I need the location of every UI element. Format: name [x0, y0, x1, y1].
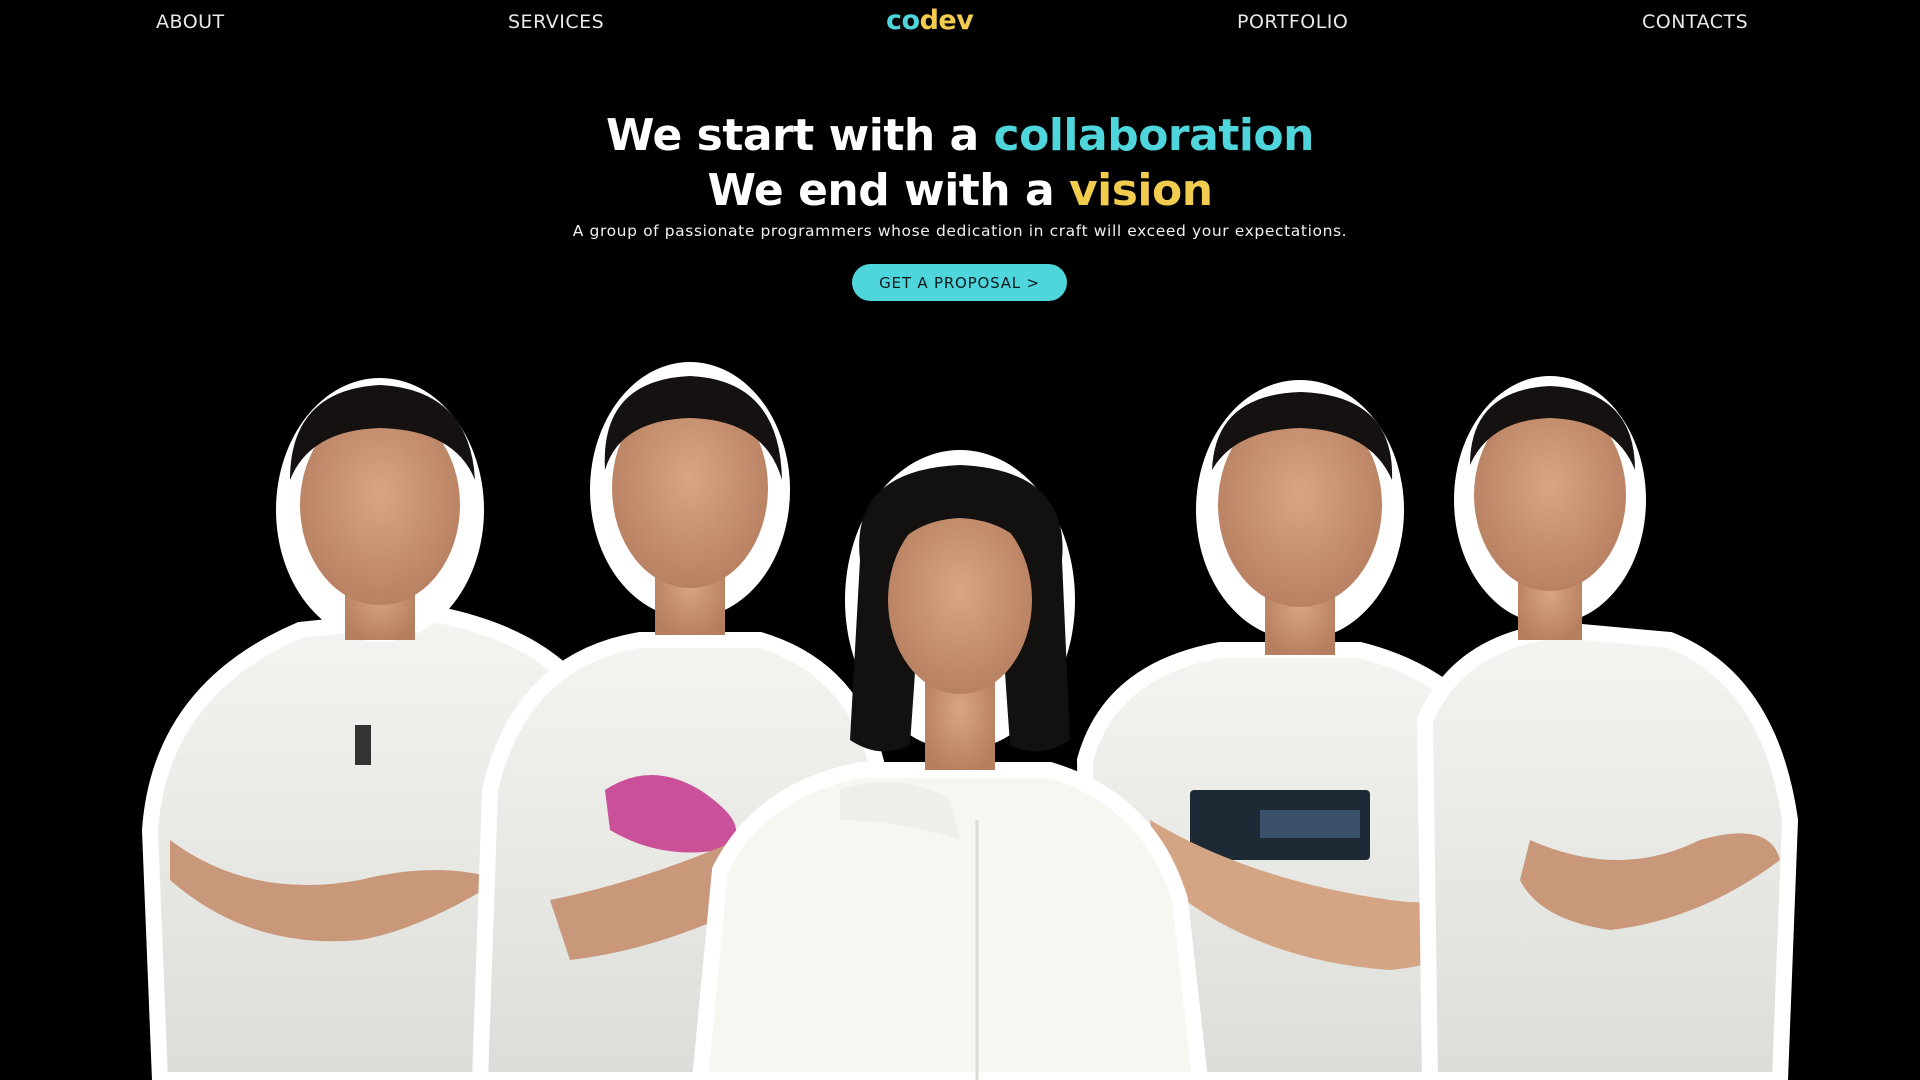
- nav-contacts-link[interactable]: CONTACTS: [1642, 11, 1748, 33]
- headline-accent-vision: vision: [1068, 165, 1213, 216]
- team-member-5: [1416, 376, 1799, 1080]
- codev-logo[interactable]: codev: [886, 5, 974, 36]
- logo-part-dev: dev: [919, 5, 974, 36]
- hero-subtitle: A group of passionate programmers whose …: [572, 222, 1348, 240]
- get-proposal-button[interactable]: GET A PROPOSAL >: [852, 264, 1067, 301]
- hero-headline: We start with a collaboration We end wit…: [0, 108, 1920, 218]
- headline-line2-prefix: We end with a: [707, 165, 1069, 216]
- nav-about-link[interactable]: ABOUT: [156, 11, 225, 33]
- hero-section: We start with a collaboration We end wit…: [0, 108, 1920, 240]
- nav-services-link[interactable]: SERVICES: [508, 11, 604, 33]
- logo-part-co: co: [886, 5, 920, 36]
- headline-accent-collaboration: collaboration: [993, 110, 1315, 161]
- nav-portfolio-link[interactable]: PORTFOLIO: [1237, 11, 1348, 33]
- headline-line1-prefix: We start with a: [606, 110, 994, 161]
- landing-page: ABOUT SERVICES PORTFOLIO CONTACTS codev …: [0, 0, 1920, 1080]
